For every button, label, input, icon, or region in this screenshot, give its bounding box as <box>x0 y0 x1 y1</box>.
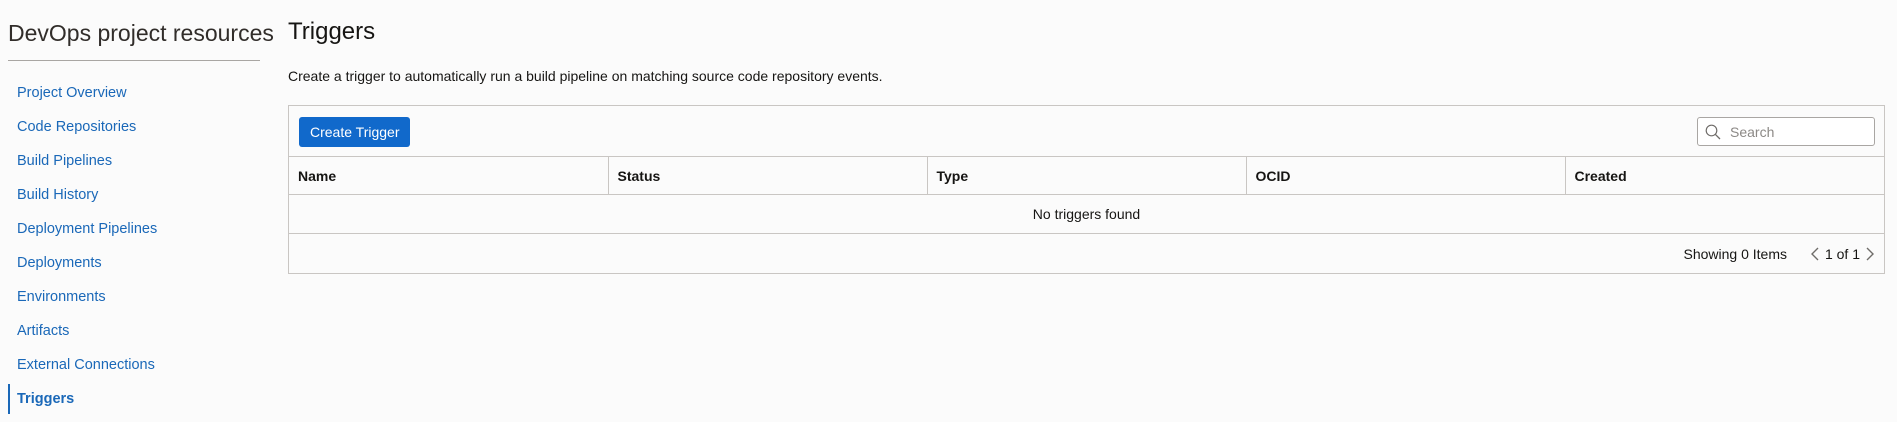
page-description: Create a trigger to automatically run a … <box>288 68 883 84</box>
sidebar-item-build-history[interactable]: Build History <box>8 178 260 212</box>
table-footer: Showing 0 Items 1 of 1 <box>289 234 1884 274</box>
chevron-left-icon <box>1810 247 1819 261</box>
sidebar-item-project-overview[interactable]: Project Overview <box>8 76 260 110</box>
sidebar-divider <box>8 60 260 61</box>
next-page-button[interactable] <box>1862 244 1878 264</box>
sidebar: DevOps project resources Project Overvie… <box>8 0 274 422</box>
sidebar-item-artifacts[interactable]: Artifacts <box>8 314 260 348</box>
empty-row: No triggers found <box>289 194 1884 234</box>
create-trigger-button[interactable]: Create Trigger <box>299 117 411 147</box>
item-count: Showing 0 Items <box>1683 246 1788 262</box>
pagination: 1 of 1 <box>1807 244 1878 264</box>
column-header-created[interactable]: Created <box>1565 156 1884 195</box>
search-input[interactable] <box>1726 118 1874 145</box>
column-header-type[interactable]: Type <box>927 156 1247 195</box>
sidebar-title: DevOps project resources <box>8 20 274 46</box>
triggers-panel: Create Trigger Name Status Type OCID Cre… <box>288 105 1885 274</box>
sidebar-item-build-pipelines[interactable]: Build Pipelines <box>8 144 260 178</box>
sidebar-item-triggers[interactable]: Triggers <box>8 382 260 416</box>
page-indicator: 1 of 1 <box>1824 246 1860 262</box>
sidebar-item-deployment-pipelines[interactable]: Deployment Pipelines <box>8 212 260 246</box>
column-header-ocid[interactable]: OCID <box>1246 156 1566 195</box>
empty-message: No triggers found <box>289 194 1884 234</box>
table-header-row: Name Status Type OCID Created <box>289 156 1884 195</box>
sidebar-item-code-repositories[interactable]: Code Repositories <box>8 110 260 144</box>
table-toolbar: Create Trigger <box>289 106 1884 156</box>
column-header-status[interactable]: Status <box>608 156 928 195</box>
sidebar-item-external-connections[interactable]: External Connections <box>8 348 260 382</box>
sidebar-nav: Project Overview Code Repositories Build… <box>8 76 260 416</box>
search-icon <box>1705 124 1721 140</box>
page-title: Triggers <box>288 18 376 45</box>
sidebar-item-deployments[interactable]: Deployments <box>8 246 260 280</box>
sidebar-item-environments[interactable]: Environments <box>8 280 260 314</box>
previous-page-button[interactable] <box>1807 244 1823 264</box>
column-header-name[interactable]: Name <box>289 156 609 195</box>
search-box <box>1697 117 1875 146</box>
triggers-table: Name Status Type OCID Created No trigger… <box>289 156 1884 234</box>
chevron-right-icon <box>1866 247 1874 261</box>
